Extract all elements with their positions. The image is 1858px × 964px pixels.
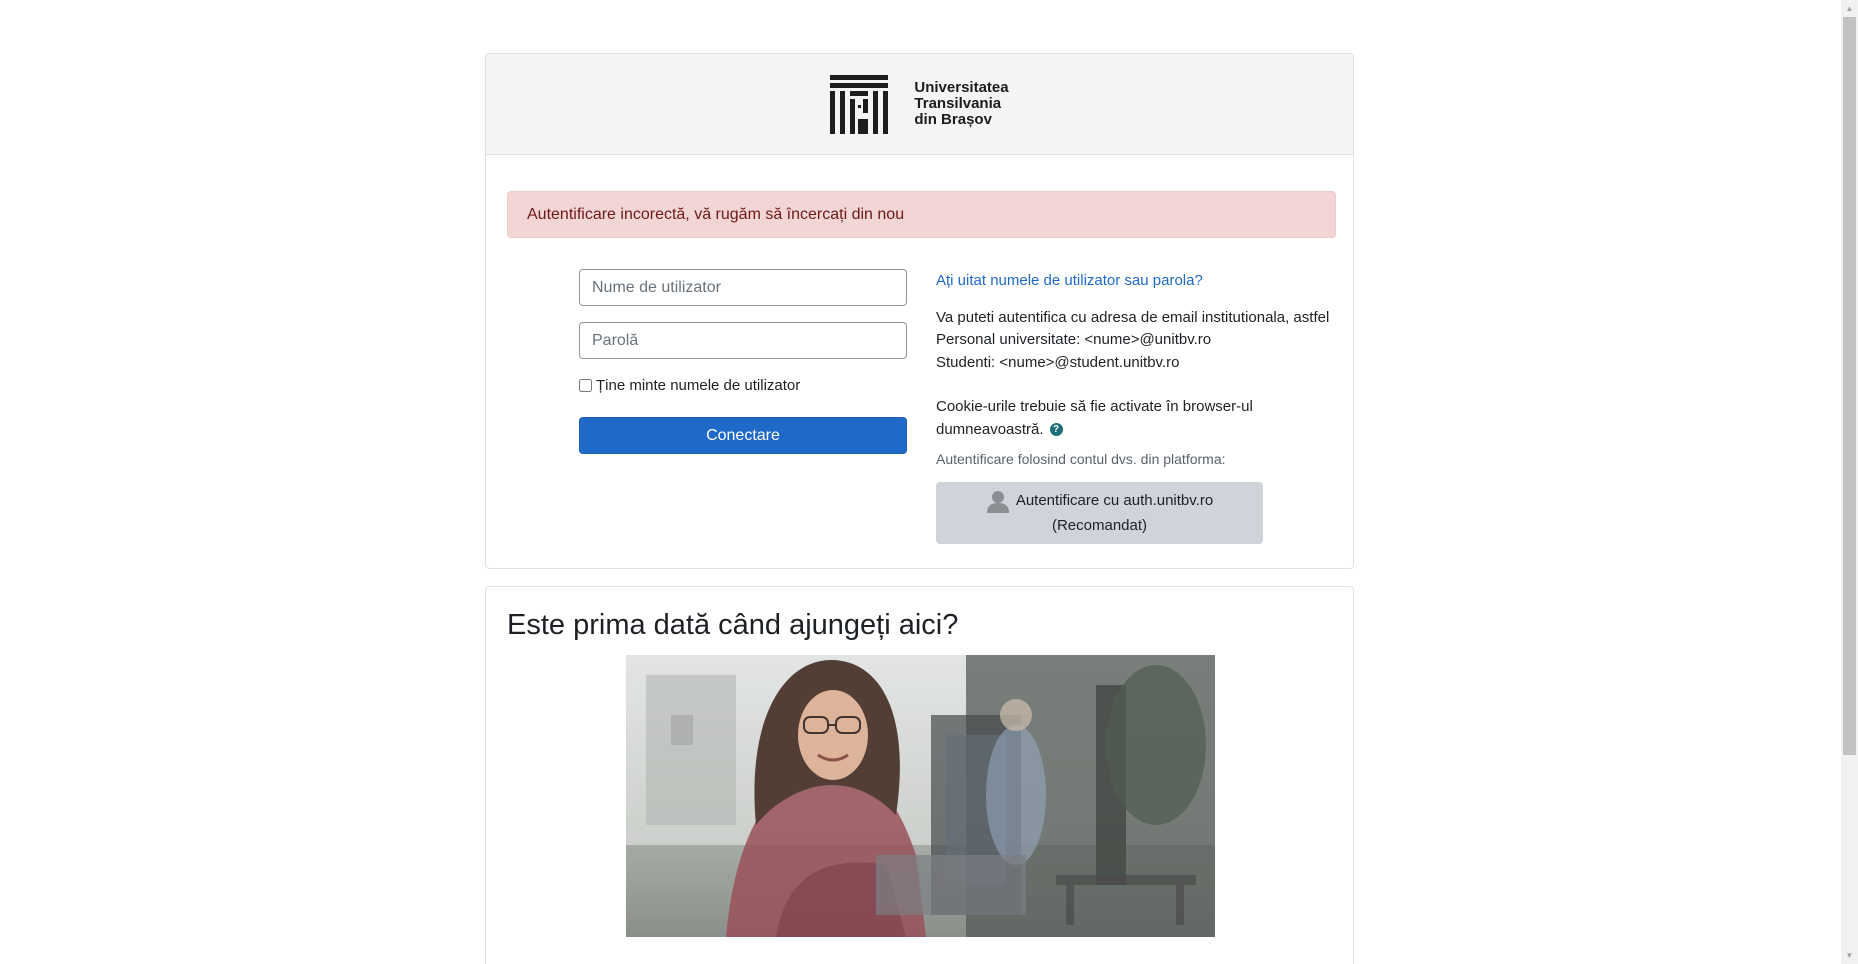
idp-label: Autentificare folosind contul dvs. din p… <box>936 451 1226 467</box>
students-photo <box>626 655 1215 937</box>
email-intro-text: Va puteti autentifica cu adresa de email… <box>936 308 1330 326</box>
scroll-up-arrow-icon[interactable]: ▲ <box>1841 0 1858 17</box>
login-button[interactable]: Conectare <box>579 417 907 454</box>
password-input[interactable] <box>579 322 907 359</box>
student-email-text: Studenti: <nume>@student.unitbv.ro <box>936 353 1180 371</box>
logo-line-3: din Brașov <box>914 111 992 128</box>
username-input[interactable] <box>579 269 907 306</box>
question-circle-icon[interactable]: ? <box>1049 423 1063 437</box>
students-photo-image <box>626 655 1215 937</box>
university-logo-text: Universitatea Transilvania din Brașov <box>914 80 1008 128</box>
login-card: Universitatea Transilvania din Brașov Au… <box>485 53 1354 569</box>
login-form: Ține minte numele de utilizator Conectar… <box>579 269 907 454</box>
auth-unitbv-login-button[interactable]: Autentificare cu auth.unitbv.ro (Recoman… <box>936 482 1263 544</box>
first-time-card: Este prima dată când ajungeți aici? <box>485 586 1354 964</box>
login-page: Universitatea Transilvania din Brașov Au… <box>0 0 1858 964</box>
cookie-notice-text: Cookie-urile trebuie să fie activate în … <box>936 398 1253 438</box>
idp-button-recommended: (Recomandat) <box>1051 517 1148 534</box>
email-instructions: Va puteti autentifica cu adresa de email… <box>936 307 1346 375</box>
login-header: Universitatea Transilvania din Brașov <box>486 54 1353 155</box>
remember-username-checkbox[interactable] <box>579 379 592 392</box>
login-error-alert: Autentificare incorectă, vă rugăm să înc… <box>507 191 1336 238</box>
logo-line-1: Universitatea <box>914 79 1009 96</box>
user-silhouette-icon <box>986 490 1009 513</box>
university-logo: Universitatea Transilvania din Brașov <box>830 74 1009 134</box>
cookie-notice: Cookie-urile trebuie să fie activate în … <box>936 396 1346 441</box>
scroll-down-arrow-icon[interactable]: ▼ <box>1841 947 1858 964</box>
university-logo-mark-icon <box>830 74 889 134</box>
scrollbar-thumb[interactable] <box>1843 17 1856 755</box>
first-time-title: Este prima dată când ajungeți aici? <box>507 609 959 641</box>
logo-line-2: Transilvania <box>914 95 1002 112</box>
idp-button-label: Autentificare cu auth.unitbv.ro <box>1015 492 1214 509</box>
vertical-scrollbar[interactable]: ▲ ▼ <box>1841 0 1858 964</box>
staff-email-text: Personal universitate: <nume>@unitbv.ro <box>936 331 1212 348</box>
forgot-password-link[interactable]: Ați uitat numele de utilizator sau parol… <box>936 270 1346 293</box>
remember-username-label: Ține minte numele de utilizator <box>596 377 801 394</box>
remember-username[interactable]: Ține minte numele de utilizator <box>579 377 907 394</box>
login-info: Ați uitat numele de utilizator sau parol… <box>936 270 1346 544</box>
